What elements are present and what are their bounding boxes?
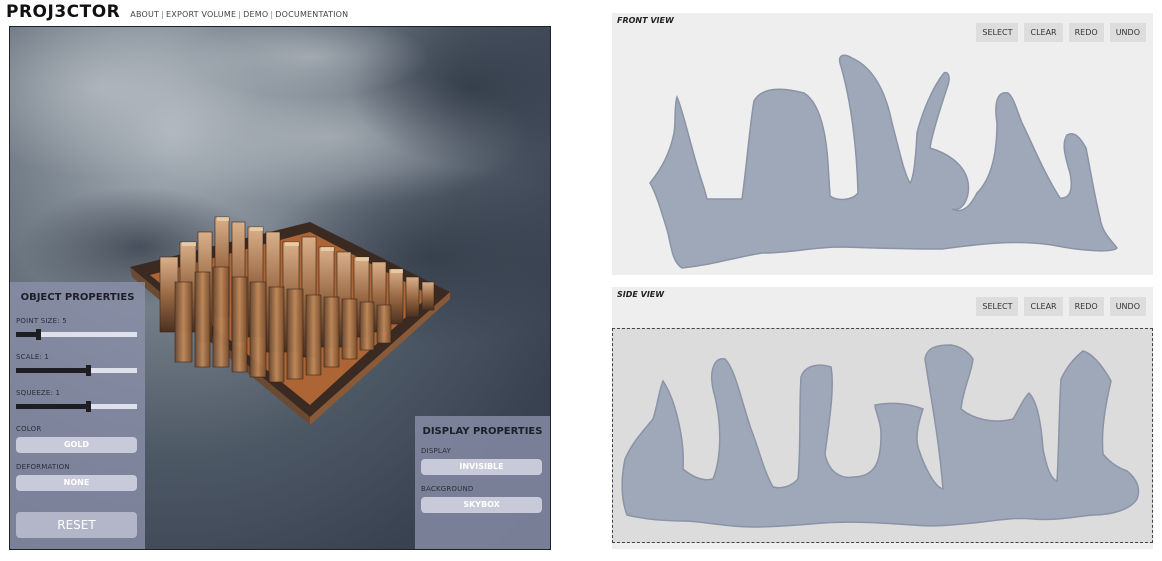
side-view-title: SIDE VIEW xyxy=(617,290,665,299)
side-clear-button[interactable]: CLEAR xyxy=(1024,297,1063,316)
background-select[interactable]: SKYBOX xyxy=(421,497,542,513)
slider-thumb[interactable] xyxy=(86,365,91,376)
side-view-panel: SIDE VIEW SELECT CLEAR REDO UNDO xyxy=(612,287,1153,549)
color-label: COLOR xyxy=(16,425,42,433)
background-label: BACKGROUND xyxy=(421,485,474,493)
nav-separator: | xyxy=(161,10,165,19)
front-select-button[interactable]: SELECT xyxy=(976,23,1019,42)
nav-documentation[interactable]: DOCUMENTATION xyxy=(275,10,348,19)
front-undo-button[interactable]: UNDO xyxy=(1109,23,1146,42)
display-select[interactable]: INVISIBLE xyxy=(421,459,542,475)
slider-thumb[interactable] xyxy=(86,401,91,412)
object-properties-title: OBJECT PROPERTIES xyxy=(20,292,135,303)
front-view-title: FRONT VIEW xyxy=(617,16,674,25)
display-label: DISPLAY xyxy=(421,447,452,455)
side-view-toolbar: SELECT CLEAR REDO UNDO xyxy=(976,297,1146,316)
front-redo-button[interactable]: REDO xyxy=(1068,23,1104,42)
point-size-label: POINT SIZE: 5 xyxy=(16,317,67,325)
nav-demo[interactable]: DEMO xyxy=(243,10,268,19)
side-view-drawing xyxy=(621,344,1140,528)
front-silhouette xyxy=(649,54,1118,269)
front-view-panel: FRONT VIEW SELECT CLEAR REDO UNDO xyxy=(612,13,1153,275)
front-clear-button[interactable]: CLEAR xyxy=(1024,23,1063,42)
nav-export-volume[interactable]: EXPORT VOLUME xyxy=(166,10,236,19)
object-properties-panel: OBJECT PROPERTIES POINT SIZE: 5 SCALE: 1… xyxy=(10,282,145,549)
side-redo-button[interactable]: REDO xyxy=(1068,297,1104,316)
front-view-drawing xyxy=(649,54,1118,269)
front-view-toolbar: SELECT CLEAR REDO UNDO xyxy=(976,23,1146,42)
point-size-slider[interactable] xyxy=(16,329,137,340)
display-properties-panel: DISPLAY PROPERTIES DISPLAY INVISIBLE BAC… xyxy=(415,416,550,549)
app-logo[interactable]: PROJ3CTOR xyxy=(6,2,120,22)
side-undo-button[interactable]: UNDO xyxy=(1109,297,1146,316)
reset-button[interactable]: RESET xyxy=(16,512,137,538)
display-properties-title: DISPLAY PROPERTIES xyxy=(422,426,543,437)
squeeze-label: SQUEEZE: 1 xyxy=(16,389,61,397)
deformation-label: DEFORMATION xyxy=(16,463,70,471)
slider-fill xyxy=(16,404,86,409)
top-nav: ABOUT | EXPORT VOLUME | DEMO | DOCUMENTATION xyxy=(130,10,348,19)
scale-label: SCALE: 1 xyxy=(16,353,50,361)
header: PROJ3CTOR ABOUT | EXPORT VOLUME | DEMO | DOCUM… xyxy=(6,2,348,22)
slider-fill xyxy=(16,332,36,337)
slider-fill xyxy=(16,368,86,373)
front-view-canvas[interactable] xyxy=(612,13,1153,275)
squeeze-slider[interactable] xyxy=(16,401,137,412)
deformation-select[interactable]: NONE xyxy=(16,475,137,491)
side-select-button[interactable]: SELECT xyxy=(976,297,1019,316)
scale-slider[interactable] xyxy=(16,365,137,376)
color-select[interactable]: GOLD xyxy=(16,437,137,453)
side-view-canvas[interactable] xyxy=(612,328,1153,543)
side-silhouette xyxy=(621,344,1140,528)
nav-about[interactable]: ABOUT xyxy=(130,10,159,19)
3d-viewport[interactable]: OBJECT PROPERTIES POINT SIZE: 5 SCALE: 1… xyxy=(9,26,551,550)
slider-thumb[interactable] xyxy=(36,329,41,340)
